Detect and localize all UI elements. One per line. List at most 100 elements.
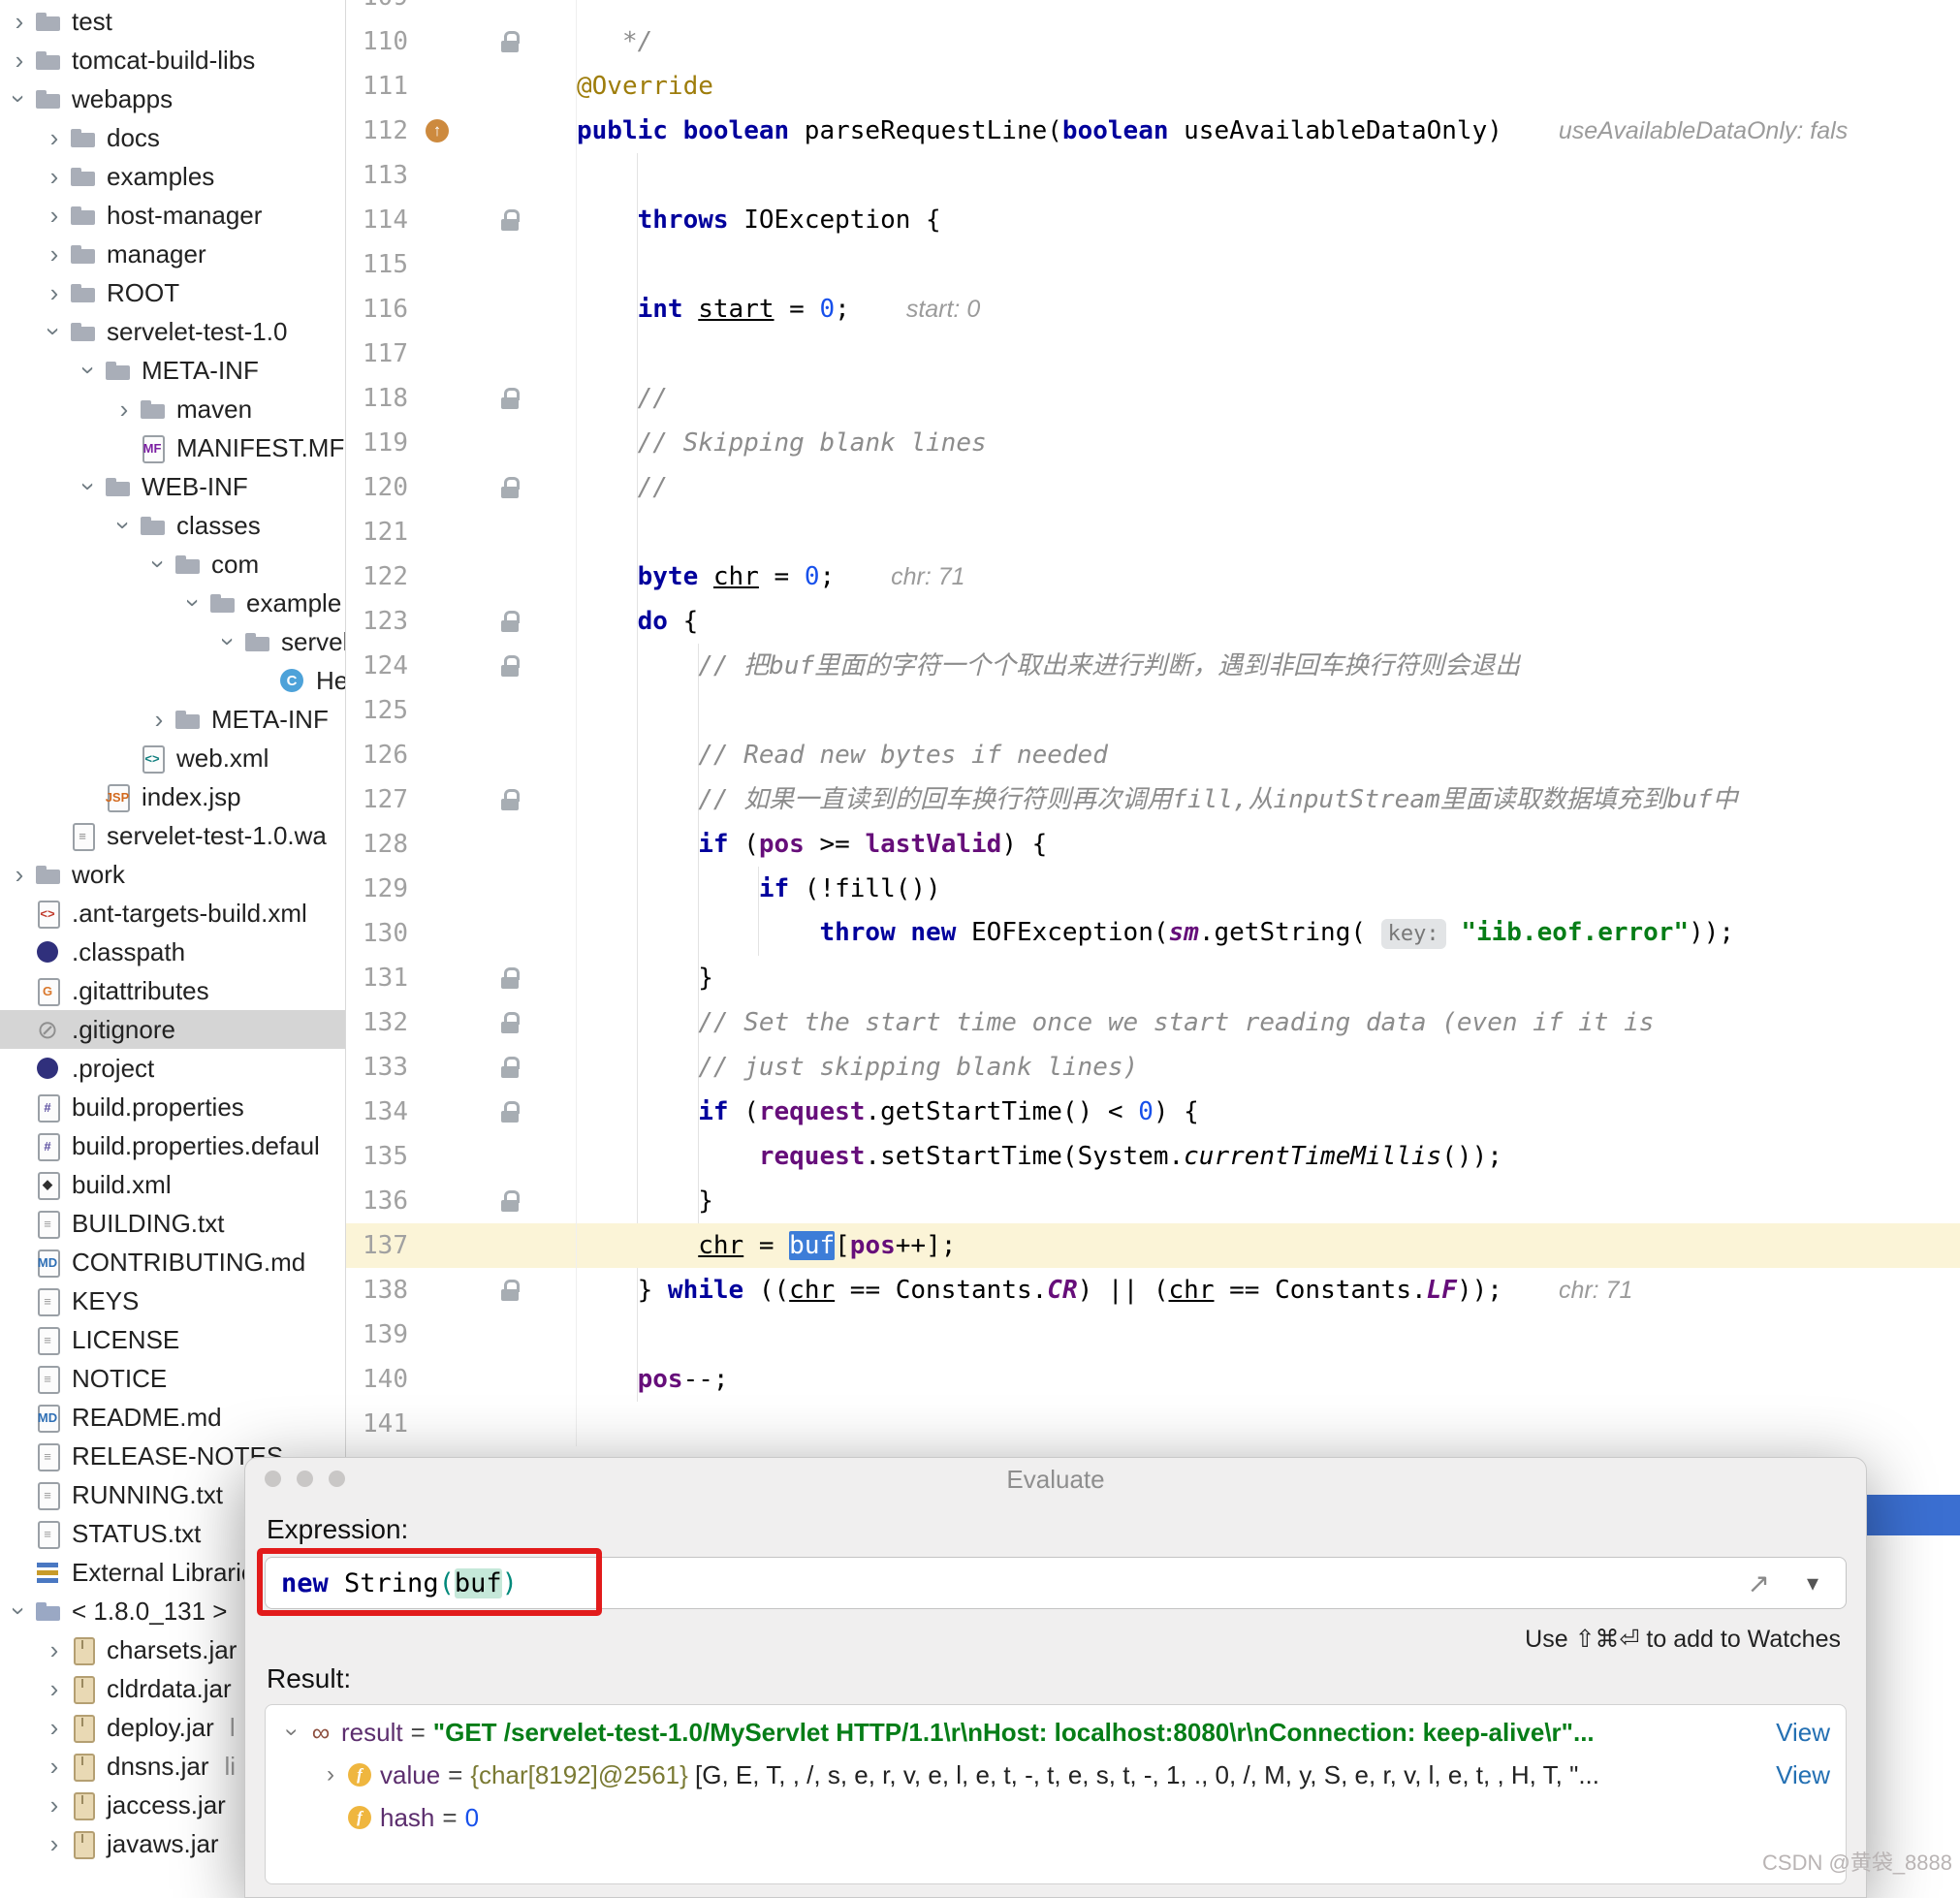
chevron-right-icon[interactable]: › <box>41 164 68 189</box>
chevron-right-icon[interactable]: › <box>111 396 138 422</box>
tree-item-contributing-md[interactable]: MDCONTRIBUTING.md <box>0 1243 345 1281</box>
gutter[interactable] <box>422 1313 577 1357</box>
line-number[interactable]: 133 <box>346 1045 422 1090</box>
code-line-116[interactable]: 116 int start = 0;start: 0 <box>346 287 1960 332</box>
line-number[interactable]: 115 <box>346 242 422 287</box>
gutter[interactable] <box>422 0 577 19</box>
line-number[interactable]: 123 <box>346 599 422 644</box>
code-text[interactable]: */ <box>577 19 652 64</box>
code-line-136[interactable]: 136 } <box>346 1179 1960 1223</box>
tree-item-host-manager[interactable]: ›host-manager <box>0 196 345 235</box>
code-line-121[interactable]: 121 <box>346 510 1960 554</box>
gutter[interactable] <box>422 1045 577 1090</box>
gutter[interactable] <box>422 153 577 198</box>
tree-item-readme-md[interactable]: MDREADME.md <box>0 1398 345 1437</box>
code-line-127[interactable]: 127 // 如果一直读到的回车换行符则再次调用fill,从inputStrea… <box>346 777 1960 822</box>
chevron-right-icon[interactable]: › <box>41 1637 68 1662</box>
gutter[interactable] <box>422 911 577 956</box>
code-line-134[interactable]: 134 if (request.getStartTime() < 0) { <box>346 1090 1960 1134</box>
code-line-138[interactable]: 138 } while ((chr == Constants.CR) || (c… <box>346 1268 1960 1313</box>
line-number[interactable]: 125 <box>346 688 422 733</box>
chevron-down-icon[interactable]: › <box>77 357 102 384</box>
tree-item-web-inf[interactable]: ›WEB-INF <box>0 467 345 506</box>
line-number[interactable]: 118 <box>346 376 422 421</box>
code-line-133[interactable]: 133 // just skipping blank lines) <box>346 1045 1960 1090</box>
close-button[interactable] <box>265 1471 281 1487</box>
code-text[interactable]: byte chr = 0;chr: 71 <box>577 554 965 599</box>
code-line-117[interactable]: 117 <box>346 332 1960 376</box>
tree-item-keys[interactable]: ≡KEYS <box>0 1281 345 1320</box>
tree-item-tomcat-build-libs[interactable]: ›tomcat-build-libs <box>0 41 345 79</box>
tree-item-com[interactable]: ›com <box>0 545 345 584</box>
tree-item-index-jsp[interactable]: JSPindex.jsp <box>0 777 345 816</box>
code-line-126[interactable]: 126 // Read new bytes if needed <box>346 733 1960 777</box>
chevron-right-icon[interactable]: › <box>6 9 33 34</box>
code-line-141[interactable]: 141 <box>346 1402 1960 1446</box>
code-text[interactable]: // 如果一直读到的回车换行符则再次调用fill,从inputStream里面读… <box>577 777 1738 822</box>
tree-item-classes[interactable]: ›classes <box>0 506 345 545</box>
tree-item-classpath[interactable]: .classpath <box>0 933 345 971</box>
gutter[interactable] <box>422 19 577 64</box>
gutter[interactable] <box>422 465 577 510</box>
line-number[interactable]: 134 <box>346 1090 422 1134</box>
tree-item-servelet-test-1-0-wa[interactable]: ≡servelet-test-1.0.wa <box>0 816 345 855</box>
code-line-129[interactable]: 129 if (!fill()) <box>346 867 1960 911</box>
chevron-right-icon[interactable]: › <box>41 1715 68 1740</box>
tree-item-example[interactable]: ›example <box>0 584 345 622</box>
code-line-112[interactable]: 112↑public boolean parseRequestLine(bool… <box>346 109 1960 153</box>
gutter[interactable] <box>422 822 577 867</box>
code-line-120[interactable]: 120 // <box>346 465 1960 510</box>
gutter[interactable] <box>422 332 577 376</box>
tree-item-webapps[interactable]: ›webapps <box>0 79 345 118</box>
tree-item-servel[interactable]: ›servel <box>0 622 345 661</box>
line-number[interactable]: 116 <box>346 287 422 332</box>
code-text[interactable]: // Skipping blank lines <box>577 421 987 465</box>
code-line-118[interactable]: 118 // <box>346 376 1960 421</box>
code-line-132[interactable]: 132 // Set the start time once we start … <box>346 1000 1960 1045</box>
tree-item-examples[interactable]: ›examples <box>0 157 345 196</box>
gutter[interactable] <box>422 867 577 911</box>
tree-item-build-properties[interactable]: #build.properties <box>0 1088 345 1126</box>
tree-item-root[interactable]: ›ROOT <box>0 273 345 312</box>
gutter[interactable] <box>422 1357 577 1402</box>
line-number[interactable]: 112 <box>346 109 422 153</box>
code-line-114[interactable]: 114 throws IOException { <box>346 198 1960 242</box>
code-line-137[interactable]: 137 chr = buf[pos++]; <box>346 1223 1960 1268</box>
line-number[interactable]: 124 <box>346 644 422 688</box>
code-line-115[interactable]: 115 <box>346 242 1960 287</box>
line-number[interactable]: 135 <box>346 1134 422 1179</box>
line-number[interactable]: 131 <box>346 956 422 1000</box>
tree-item-web-xml[interactable]: <>web.xml <box>0 739 345 777</box>
code-line-139[interactable]: 139 <box>346 1313 1960 1357</box>
line-number[interactable]: 138 <box>346 1268 422 1313</box>
code-line-123[interactable]: 123 do { <box>346 599 1960 644</box>
code-text[interactable]: if (pos >= lastValid) { <box>577 822 1047 867</box>
view-link[interactable]: View <box>1776 1718 1830 1748</box>
code-text[interactable]: do { <box>577 599 698 644</box>
code-text[interactable]: request.setStartTime(System.currentTimeM… <box>577 1134 1502 1179</box>
chevron-right-icon[interactable]: › <box>41 125 68 150</box>
tree-item-gitignore[interactable]: ⊘.gitignore <box>0 1010 345 1049</box>
code-line-131[interactable]: 131 } <box>346 956 1960 1000</box>
line-number[interactable]: 128 <box>346 822 422 867</box>
gutter[interactable] <box>422 1402 577 1446</box>
gutter[interactable] <box>422 733 577 777</box>
gutter[interactable] <box>422 1090 577 1134</box>
code-line-119[interactable]: 119 // Skipping blank lines <box>346 421 1960 465</box>
code-line-130[interactable]: 130 throw new EOFException(sm.getString(… <box>346 911 1960 956</box>
code-text[interactable]: // <box>577 376 668 421</box>
tree-item-meta-inf[interactable]: ›META-INF <box>0 351 345 390</box>
gutter[interactable] <box>422 1000 577 1045</box>
code-text[interactable]: // just skipping blank lines) <box>577 1045 1138 1090</box>
line-number[interactable]: 129 <box>346 867 422 911</box>
chevron-down-icon[interactable]: › <box>146 551 172 578</box>
code-line-125[interactable]: 125 <box>346 688 1960 733</box>
gutter[interactable] <box>422 198 577 242</box>
line-number[interactable]: 120 <box>346 465 422 510</box>
line-number[interactable]: 121 <box>346 510 422 554</box>
chevron-right-icon[interactable]: › <box>6 47 33 73</box>
gutter[interactable] <box>422 1134 577 1179</box>
tree-item-test[interactable]: ›test <box>0 2 345 41</box>
code-text[interactable]: chr = buf[pos++]; <box>577 1223 956 1268</box>
tree-item-gitattributes[interactable]: G.gitattributes <box>0 971 345 1010</box>
